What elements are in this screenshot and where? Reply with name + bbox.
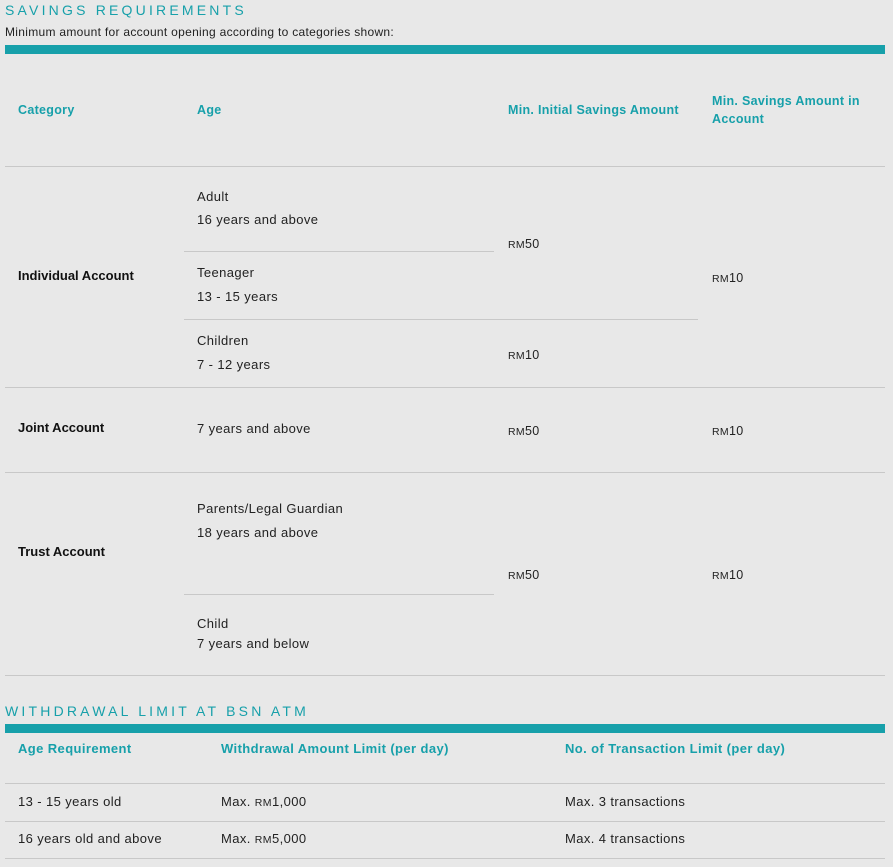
category-joint: Joint Account — [18, 420, 105, 435]
header-age: Age — [197, 103, 222, 117]
row-divider — [5, 387, 885, 388]
row-divider — [5, 858, 885, 859]
withdrawal-row-age: 16 years old and above — [18, 831, 162, 846]
row-divider — [184, 319, 698, 320]
withdrawal-header-amount: Withdrawal Amount Limit (per day) — [221, 741, 449, 756]
withdrawal-row-amount: Max. RM1,000 — [221, 794, 307, 809]
age-joint: 7 years and above — [197, 421, 311, 436]
amount-individual-initial-child: RM10 — [508, 348, 540, 362]
header-min-initial: Min. Initial Savings Amount — [508, 103, 679, 117]
age-teen-range: 13 - 15 years — [197, 289, 279, 304]
row-divider — [184, 251, 494, 252]
savings-subtitle: Minimum amount for account opening accor… — [5, 25, 395, 39]
row-divider — [5, 472, 885, 473]
amount-trust-initial: RM50 — [508, 568, 540, 582]
age-adult-range: 16 years and above — [197, 212, 319, 227]
savings-accent-bar — [5, 45, 885, 54]
age-adult-label: Adult — [197, 189, 229, 204]
amount-joint-min-savings: RM10 — [712, 424, 744, 438]
age-trust-child-range: 7 years and below — [197, 636, 310, 651]
header-divider — [5, 166, 885, 167]
age-trust-child-label: Child — [197, 616, 229, 631]
amount-individual-initial-adult: RM50 — [508, 237, 540, 251]
withdrawal-title: WITHDRAWAL LIMIT AT BSN ATM — [5, 703, 309, 719]
age-child-label: Children — [197, 333, 249, 348]
category-trust: Trust Account — [18, 544, 105, 559]
withdrawal-row-age: 13 - 15 years old — [18, 794, 122, 809]
amount-joint-initial: RM50 — [508, 424, 540, 438]
withdrawal-row-amount: Max. RM5,000 — [221, 831, 307, 846]
savings-title: SAVINGS REQUIREMENTS — [5, 2, 247, 18]
header-category: Category — [18, 103, 75, 117]
age-teen-label: Teenager — [197, 265, 255, 280]
category-individual: Individual Account — [18, 268, 134, 283]
age-child-range: 7 - 12 years — [197, 357, 271, 372]
amount-trust-min-savings: RM10 — [712, 568, 744, 582]
age-parent-label: Parents/Legal Guardian — [197, 501, 344, 516]
row-divider — [5, 821, 885, 822]
withdrawal-accent-bar — [5, 724, 885, 733]
withdrawal-row-transactions: Max. 4 transactions — [565, 831, 686, 846]
withdrawal-header-age: Age Requirement — [18, 741, 132, 756]
withdrawal-row-transactions: Max. 3 transactions — [565, 794, 686, 809]
age-parent-range: 18 years and above — [197, 525, 319, 540]
withdrawal-header-transactions: No. of Transaction Limit (per day) — [565, 741, 786, 756]
row-divider — [5, 675, 885, 676]
row-divider — [184, 594, 494, 595]
amount-individual-min-savings: RM10 — [712, 271, 744, 285]
withdrawal-header-divider — [5, 783, 885, 784]
header-min-savings: Min. Savings Amount in Account — [712, 94, 860, 126]
